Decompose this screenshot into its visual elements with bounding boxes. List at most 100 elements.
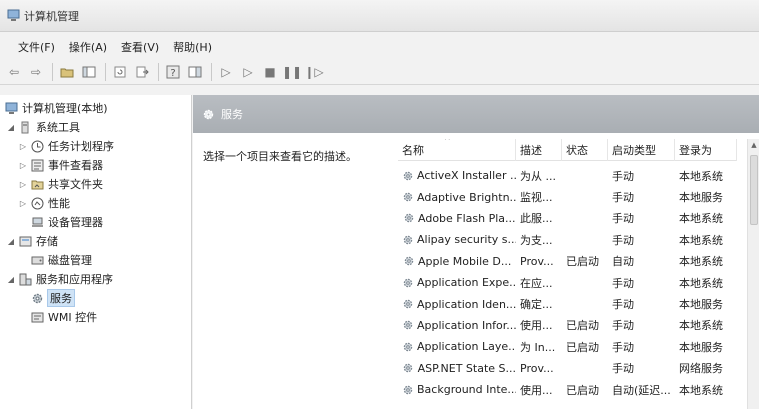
tree-item-label: WMI 控件 [48,311,98,324]
service-description: Prov... [520,361,554,375]
service-name: ASP.NET State S... [417,361,516,375]
service-gear-icon [402,298,414,311]
menu-file[interactable]: 文件(F) [18,39,55,55]
tree-item-services-and-applications[interactable]: ◢ 服务和应用程序 [6,270,113,288]
tree-item-disk-management[interactable]: 磁盘管理 [30,251,92,269]
tree-item-label: 服务 [47,289,75,307]
service-row[interactable]: Adobe Flash Pla... 此服... 手动 本地系统 [398,208,737,229]
service-log-on-as: 本地系统 [679,276,723,290]
service-gear-icon [402,340,414,353]
service-row[interactable]: Application Expe... 在应... 手动 本地系统 [398,272,737,293]
service-row[interactable]: Background Inte... 使用... 已启动 自动(延迟... 本地系统 [398,379,737,400]
service-startup-type: 自动 [612,255,634,269]
service-name: Apple Mobile D... [418,254,512,268]
service-row[interactable]: ActiveX Installer ... 为从 ... 手动 本地系统 [398,165,737,186]
help-icon[interactable]: ? [163,62,183,82]
refresh-icon[interactable] [110,62,130,82]
menu-action[interactable]: 操作(A) [69,39,107,55]
scroll-up-icon[interactable]: ▲ [748,139,759,151]
service-name: Application Iden... [417,297,516,311]
tree-item-services[interactable]: 服务 [30,289,75,307]
tree-item-wmi-control[interactable]: WMI 控件 [30,308,97,326]
tree-item-event-viewer[interactable]: ▷ 事件查看器 [18,156,103,174]
service-name: Application Laye... [417,340,516,354]
service-row[interactable]: Alipay security s... 为支... 手动 本地系统 [398,229,737,250]
gear-icon [30,291,44,305]
tree-item-system-tools[interactable]: ◢ 系统工具 [6,118,80,136]
vertical-scrollbar[interactable]: ▲ [747,139,759,409]
service-name: Alipay security s... [417,233,516,247]
column-header-name[interactable]: ^ 名称 [398,139,516,161]
scrollbar-thumb[interactable] [750,155,758,225]
service-startup-type: 手动 [612,233,634,247]
restart-icon[interactable]: ❙▷ [304,62,324,82]
service-description: 确定... [520,298,553,312]
service-status: 已启动 [566,255,599,269]
service-startup-type: 手动 [612,191,634,205]
service-row[interactable]: Application Iden... 确定... 手动 本地服务 [398,293,737,314]
export-list-icon[interactable] [132,62,152,82]
toolbar-separator [52,62,53,81]
tree-item-computer-management[interactable]: 计算机管理(本地) [4,99,108,117]
service-log-on-as: 本地系统 [679,169,723,183]
tree-item-shared-folders[interactable]: ▷ 共享文件夹 [18,175,103,193]
service-startup-type: 自动(延迟... [612,383,671,397]
collapse-arrow-icon[interactable]: ◢ [6,275,16,284]
service-description: Prov... [520,254,554,268]
clock-icon [30,139,44,153]
column-header-description[interactable]: 描述 [516,139,562,161]
service-row[interactable]: Application Infor... 使用... 已启动 手动 本地系统 [398,315,737,336]
action-pane-icon[interactable] [185,62,205,82]
tree-item-device-manager[interactable]: 设备管理器 [30,213,103,231]
pause-icon[interactable]: ❚❚ [282,62,302,82]
expand-arrow-icon[interactable]: ▷ [18,142,28,151]
service-log-on-as: 本地系统 [679,383,723,397]
show-hide-tree-icon[interactable] [79,62,99,82]
toolbar-separator [105,62,106,81]
service-name: Adaptive Brightn... [417,190,516,204]
svg-text:?: ? [170,68,175,79]
service-name-cell: Adaptive Brightn... [398,191,516,204]
services-apps-icon [18,272,32,286]
title-bar: 计算机管理 [0,0,759,32]
column-header-status[interactable]: 状态 [562,139,608,161]
tree-item-label: 服务和应用程序 [36,273,113,286]
service-status: 已启动 [566,383,599,397]
menu-bar: 文件(F) 操作(A) 查看(V) 帮助(H) [0,36,759,58]
stop-icon[interactable]: ■ [260,62,280,82]
up-folder-icon[interactable] [57,62,77,82]
collapse-arrow-icon[interactable]: ◢ [6,123,16,132]
expand-arrow-icon[interactable]: ▷ [18,161,28,170]
service-rows: ActiveX Installer ... 为从 ... 手动 本地系统 Adaptiv… [398,165,737,400]
tree-item-storage[interactable]: ◢ 存储 [6,232,58,250]
description-text: 选择一个项目来查看它的描述。 [203,150,357,163]
column-header-log-on-as[interactable]: 登录为 [675,139,737,161]
computer-icon [4,101,18,115]
expand-arrow-icon[interactable]: ▷ [18,180,28,189]
service-row[interactable]: Apple Mobile D... Prov... 已启动 自动 本地系统 [398,251,737,272]
back-arrow-icon[interactable]: ⇦ [4,62,24,82]
tree-item-task-scheduler[interactable]: ▷ 任务计划程序 [18,137,114,155]
service-row[interactable]: Adaptive Brightn... 监视... 手动 本地服务 [398,186,737,207]
service-name-cell: ActiveX Installer ... [398,169,516,182]
play-icon[interactable]: ▷ [216,62,236,82]
column-header-startup-type[interactable]: 启动类型 [608,139,675,161]
service-row[interactable]: Application Laye... 为 In... 已启动 手动 本地服务 [398,336,737,357]
service-status: 已启动 [566,340,599,354]
forward-arrow-icon[interactable]: ⇨ [26,62,46,82]
collapse-arrow-icon[interactable]: ◢ [6,237,16,246]
service-description: 为 In... [520,340,556,354]
menu-view[interactable]: 查看(V) [121,39,159,55]
service-name: ActiveX Installer ... [417,169,516,183]
service-gear-icon [402,191,414,204]
play-alt-icon[interactable]: ▷ [238,62,258,82]
toolbar-separator [211,62,212,81]
console-tree: 计算机管理(本地) ◢ 系统工具 ▷ 任务计划程序 ▷ 事件查看器 ▷ 共享文件… [0,95,192,409]
menu-help[interactable]: 帮助(H) [173,39,212,55]
tree-item-performance[interactable]: ▷ 性能 [18,194,70,212]
service-gear-icon [402,276,414,289]
expand-arrow-icon[interactable]: ▷ [18,199,28,208]
service-row[interactable]: ASP.NET State S... Prov... 手动 网络服务 [398,358,737,379]
service-log-on-as: 网络服务 [679,362,723,376]
shared-folder-icon [30,177,44,191]
